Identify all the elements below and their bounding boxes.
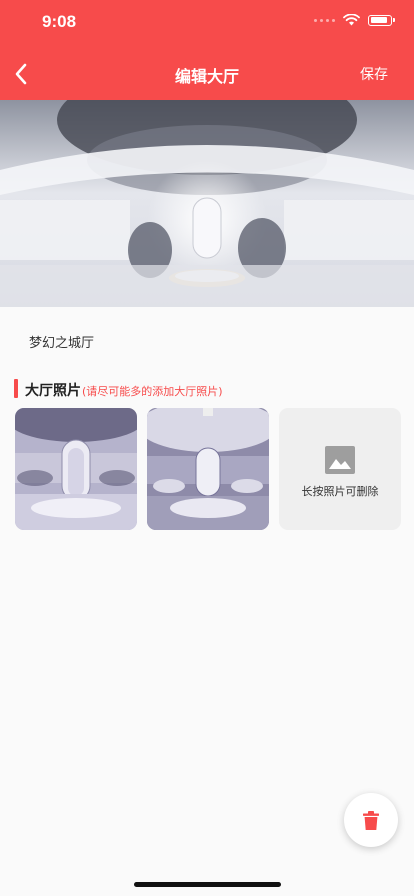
hall-photos-grid: 长按照片可删除 bbox=[15, 408, 401, 530]
wifi-icon bbox=[343, 14, 360, 26]
status-icons bbox=[314, 14, 395, 26]
page-title: 编辑大厅 bbox=[174, 67, 239, 86]
home-indicator[interactable] bbox=[134, 882, 281, 887]
add-photo-tile[interactable]: 长按照片可删除 bbox=[279, 408, 401, 530]
section-accent-bar bbox=[14, 379, 18, 398]
photos-section-hint: (请尽可能多的添加大厅照片) bbox=[82, 385, 223, 398]
hall-photo-1[interactable] bbox=[15, 408, 137, 530]
hall-name[interactable]: 梦幻之城厅 bbox=[29, 332, 94, 351]
image-icon bbox=[325, 446, 355, 474]
save-button[interactable]: 保存 bbox=[360, 64, 388, 84]
hall-cover-image[interactable] bbox=[0, 100, 414, 307]
app-header: 9:08 编辑大厅 保存 bbox=[0, 0, 414, 100]
status-time: 9:08 bbox=[42, 12, 77, 31]
signal-icon bbox=[314, 18, 335, 22]
photos-section-title: 大厅照片 bbox=[25, 383, 81, 399]
battery-icon bbox=[368, 14, 395, 26]
trash-icon bbox=[363, 810, 379, 830]
delete-hall-button[interactable] bbox=[344, 793, 398, 847]
hall-photo-2[interactable] bbox=[147, 408, 269, 530]
long-press-delete-hint: 长按照片可删除 bbox=[301, 485, 379, 498]
